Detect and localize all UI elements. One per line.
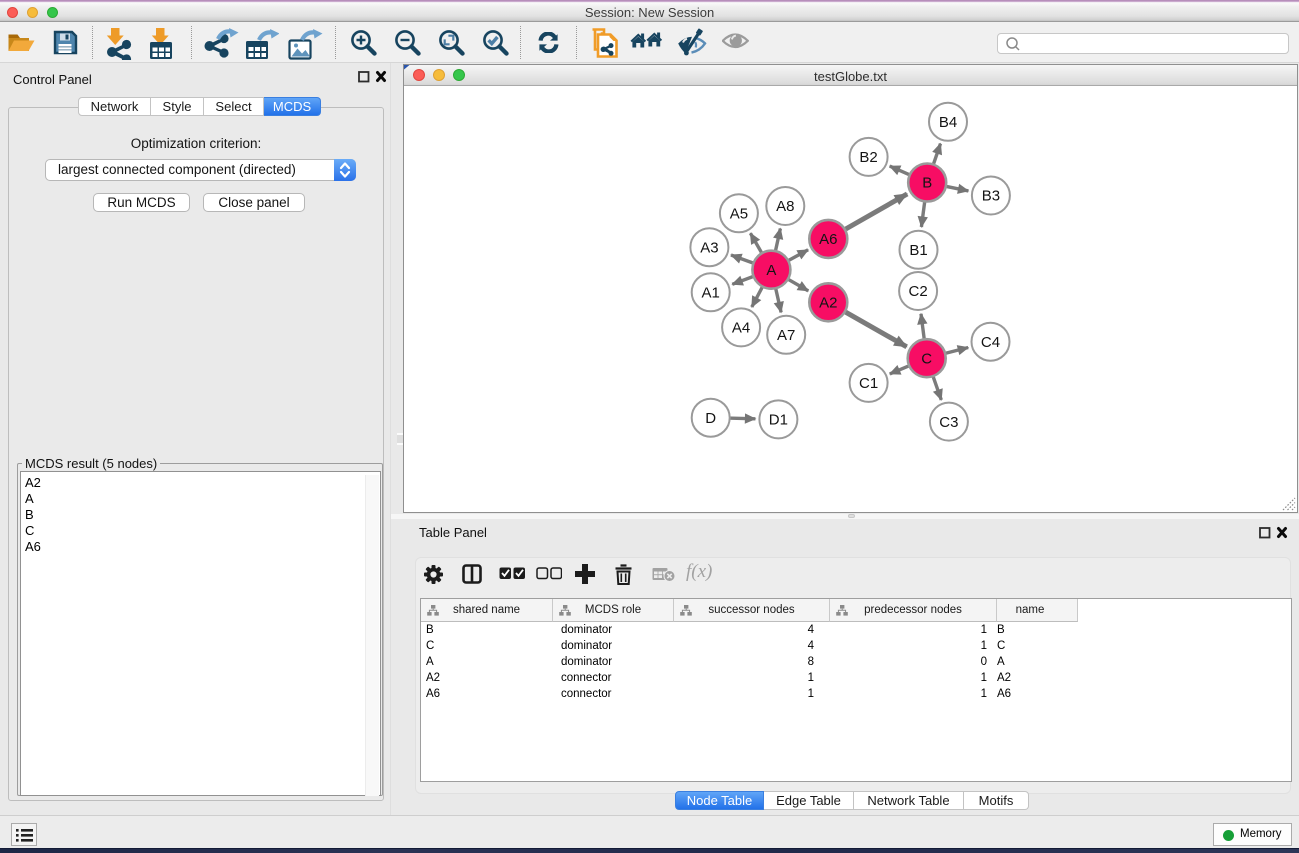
svg-text:A8: A8 [776, 198, 794, 215]
svg-text:B2: B2 [859, 149, 877, 166]
svg-text:D1: D1 [769, 412, 788, 429]
svg-text:A2: A2 [819, 295, 837, 312]
svg-text:C: C [921, 350, 932, 367]
svg-text:B1: B1 [909, 242, 927, 259]
svg-text:C4: C4 [981, 334, 1000, 351]
svg-text:C2: C2 [909, 283, 928, 300]
svg-text:A1: A1 [702, 285, 720, 302]
svg-text:B3: B3 [982, 188, 1000, 205]
svg-text:A5: A5 [730, 206, 748, 223]
svg-text:A4: A4 [732, 320, 750, 337]
svg-text:A7: A7 [777, 327, 795, 344]
svg-text:C3: C3 [939, 414, 958, 431]
svg-text:D: D [705, 410, 716, 427]
svg-text:A6: A6 [819, 231, 837, 248]
svg-text:A3: A3 [700, 239, 718, 256]
svg-text:C1: C1 [859, 375, 878, 392]
svg-text:A: A [766, 262, 776, 279]
svg-text:B: B [922, 175, 932, 192]
svg-text:B4: B4 [939, 114, 957, 131]
